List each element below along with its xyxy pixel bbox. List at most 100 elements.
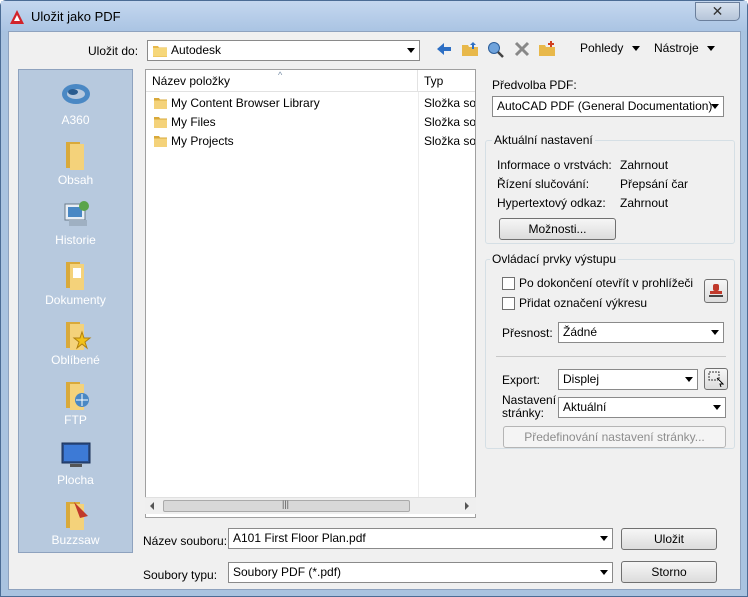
sidebar-item-buzzsaw[interactable]: Buzzsaw [19, 495, 132, 555]
autocad-logo-icon [10, 10, 24, 24]
current-settings-legend: Aktuální nastavení [492, 133, 595, 147]
export-dropdown[interactable]: Displej [558, 369, 698, 390]
precision-dropdown[interactable]: Žádné [558, 322, 724, 343]
options-button[interactable]: Možnosti... [499, 218, 616, 240]
sidebar-item-oblibene[interactable]: Oblíbené [19, 315, 132, 375]
location-value: Autodesk [171, 43, 222, 57]
sidebar-item-label: Oblíbené [51, 353, 100, 367]
export-value: Displej [563, 372, 600, 386]
setting-value-hyperlink: Zahrnout [620, 196, 669, 210]
setting-value-merge: Přepsání čar [620, 177, 689, 191]
sidebar-item-dokumenty[interactable]: Dokumenty [19, 255, 132, 315]
chevron-down-icon [632, 46, 640, 51]
file-list[interactable]: Název položky ^ Typ My Content Browser L… [145, 69, 476, 518]
column-header-type[interactable]: Typ [418, 70, 475, 92]
save-in-label: Uložit do: [88, 44, 139, 58]
new-folder-icon[interactable] [538, 40, 556, 58]
setting-key-merge: Řízení slučování: [497, 177, 590, 191]
item-type: Složka souborů [424, 134, 476, 148]
up-folder-icon[interactable] [461, 40, 479, 58]
setting-key-hyperlink: Hypertextový odkaz: [497, 196, 606, 210]
setting-value-layers: Zahrnout [620, 158, 669, 172]
item-name: My Content Browser Library [171, 96, 320, 110]
window-title: Uložit jako PDF [31, 9, 121, 24]
history-icon [64, 201, 89, 226]
a360-icon [62, 84, 90, 104]
column-divider [418, 92, 419, 512]
folder-icon [66, 142, 84, 170]
sidebar-item-label: Dokumenty [45, 293, 106, 307]
buzzsaw-icon [66, 502, 88, 530]
chevron-down-icon [707, 46, 715, 51]
stamp-settings-button[interactable] [704, 279, 728, 303]
folder-icon [153, 46, 167, 57]
places-sidebar: A360 Obsah Historie Dokumenty Oblíbené F… [18, 69, 133, 553]
search-web-icon[interactable] [487, 40, 505, 58]
divider [496, 356, 726, 357]
open-after-checkbox[interactable] [502, 277, 515, 290]
item-type: Složka souborů [424, 115, 476, 129]
output-controls-legend: Ovládací prvky výstupu [490, 252, 619, 266]
output-controls-group: Ovládací prvky výstupu Po dokončení otev… [485, 252, 735, 449]
ftp-icon [66, 382, 89, 410]
sidebar-item-label: FTP [64, 413, 87, 427]
sidebar-item-historie[interactable]: Historie [19, 195, 132, 255]
save-as-pdf-dialog: Uložit jako PDF ✕ Uložit do: Autodesk Po… [0, 0, 748, 597]
scroll-right-icon[interactable] [465, 502, 469, 510]
page-setup-label-cont: stránky: [502, 406, 545, 420]
cancel-button[interactable]: Storno [621, 561, 717, 583]
scroll-left-icon[interactable] [150, 502, 154, 510]
desktop-icon [61, 442, 91, 467]
sidebar-item-label: Obsah [57, 173, 94, 187]
filename-value: A101 First Floor Plan.pdf [233, 531, 366, 545]
open-after-label: Po dokončení otevřít v prohlížeči [519, 276, 694, 290]
list-item[interactable]: My Files Složka souborů [146, 113, 476, 132]
tools-menu[interactable]: Nástroje [654, 41, 715, 57]
delete-icon[interactable] [513, 40, 531, 58]
item-type: Složka souborů [424, 96, 476, 110]
list-item[interactable]: My Projects Složka souborů [146, 132, 476, 151]
chevron-down-icon [711, 330, 719, 335]
current-settings-group: Aktuální nastavení Informace o vrstvách:… [485, 133, 735, 244]
sidebar-item-plocha[interactable]: Plocha [19, 435, 132, 495]
setting-key-layers: Informace o vrstvách: [497, 158, 612, 172]
add-stamp-checkbox[interactable] [502, 297, 515, 310]
filetype-value: Soubory PDF (*.pdf) [233, 565, 342, 579]
sidebar-item-label: Historie [55, 233, 96, 247]
location-dropdown[interactable]: Autodesk [147, 40, 420, 61]
window-select-icon [708, 371, 725, 388]
documents-icon [66, 262, 84, 290]
filename-input[interactable]: A101 First Floor Plan.pdf [228, 528, 613, 549]
pdf-preset-dropdown[interactable]: AutoCAD PDF (General Documentation) [492, 96, 724, 117]
views-menu[interactable]: Pohledy [580, 41, 640, 57]
save-button[interactable]: Uložit [621, 528, 717, 550]
chevron-down-icon [685, 377, 693, 382]
close-button[interactable]: ✕ [695, 2, 740, 21]
page-setup-value: Aktuální [563, 400, 607, 414]
stamp-icon [709, 284, 723, 297]
chevron-down-icon [713, 405, 721, 410]
filetype-label: Soubory typu: [143, 568, 218, 582]
horizontal-scrollbar[interactable]: ||| [145, 497, 476, 514]
sidebar-item-ftp[interactable]: FTP [19, 375, 132, 435]
precision-value: Žádné [563, 325, 598, 339]
page-setup-override-button[interactable]: Předefinování nastavení stránky... [503, 426, 726, 448]
scrollbar-thumb[interactable]: ||| [163, 499, 410, 512]
sort-ascending-icon: ^ [278, 70, 283, 80]
column-header-name[interactable]: Název položky ^ [146, 70, 418, 92]
views-label: Pohledy [580, 41, 624, 55]
chevron-down-icon [711, 104, 719, 109]
pdf-preset-label: Předvolba PDF: [492, 78, 577, 92]
back-arrow-icon[interactable] [435, 40, 453, 58]
page-setup-dropdown[interactable]: Aktuální [558, 397, 726, 418]
chevron-down-icon [407, 48, 415, 53]
folder-icon [154, 98, 167, 109]
item-name: My Projects [171, 134, 234, 148]
add-stamp-label: Přidat označení výkresu [519, 296, 648, 310]
list-item[interactable]: My Content Browser Library Složka soubor… [146, 94, 476, 113]
sidebar-item-obsah[interactable]: Obsah [19, 135, 132, 195]
column-header-label: Typ [424, 74, 444, 88]
window-select-button[interactable] [704, 368, 728, 390]
sidebar-item-a360[interactable]: A360 [19, 75, 132, 135]
filetype-dropdown[interactable]: Soubory PDF (*.pdf) [228, 562, 613, 583]
